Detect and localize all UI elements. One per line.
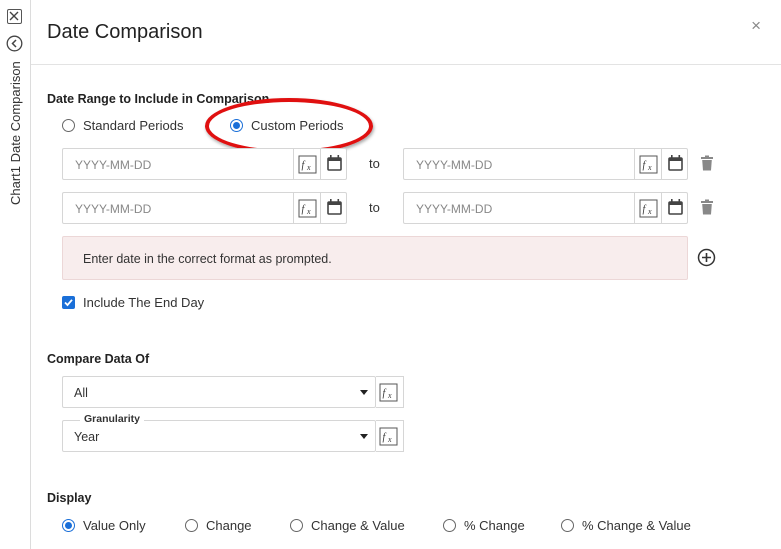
calendar-icon[interactable] [661,149,688,179]
radio-button[interactable] [561,519,574,532]
svg-text:f: f [383,432,387,443]
dialog-title: Date Comparison [47,21,203,43]
trash-icon[interactable] [700,199,714,215]
date-to-input-2[interactable]: YYYY-MM-DD fx [403,192,688,224]
fx-icon[interactable]: fx [293,193,320,223]
placeholder: YYYY-MM-DD [75,202,152,216]
checkbox-label: Include The End Day [83,295,205,310]
side-strip: Chart1 Date Comparison [0,0,31,549]
compare-data-select[interactable]: All [62,376,376,408]
svg-text:x: x [647,163,652,172]
date-to-input-1[interactable]: YYYY-MM-DD fx [403,148,688,180]
svg-text:x: x [387,435,392,444]
radio-button[interactable] [290,519,303,532]
radio-standard-periods[interactable]: Standard Periods [62,118,183,133]
radio-button[interactable] [230,119,243,132]
calendar-icon[interactable] [661,193,688,223]
error-message-box: Enter date in the correct format as prom… [62,236,688,280]
radio-button[interactable] [62,119,75,132]
select-value: Year [74,430,100,444]
display-label: Display [47,491,92,505]
date-from-input-1[interactable]: YYYY-MM-DD fx [62,148,347,180]
placeholder: YYYY-MM-DD [416,202,493,216]
fx-icon[interactable]: fx [293,149,320,179]
svg-text:x: x [306,207,311,216]
svg-text:x: x [647,207,652,216]
vertical-panel-title: Chart1 Date Comparison [8,61,23,205]
svg-text:f: f [383,388,387,399]
calendar-icon[interactable] [320,193,347,223]
date-from-input-2[interactable]: YYYY-MM-DD fx [62,192,347,224]
compare-data-label: Compare Data Of [47,352,150,366]
to-label: to [369,200,380,215]
svg-text:f: f [643,204,647,215]
radio-change[interactable]: Change [185,518,252,533]
granularity-label: Granularity [80,413,145,425]
radio-value-only[interactable]: Value Only [62,518,146,533]
radio-label: % Change [464,518,525,533]
chevron-down-icon [360,390,368,395]
radio-label: Standard Periods [83,118,184,133]
svg-text:f: f [643,160,647,171]
fx-icon[interactable]: fx [376,376,404,408]
svg-text:f: f [302,204,306,215]
include-end-day-checkbox[interactable]: Include The End Day [62,295,204,310]
fx-icon[interactable]: fx [376,420,404,452]
fx-icon[interactable]: fx [634,193,661,223]
radio-button[interactable] [62,519,75,532]
close-icon[interactable]: × [751,16,761,36]
error-message: Enter date in the correct format as prom… [83,252,332,266]
radio-label: Custom Periods [251,118,344,133]
to-label: to [369,156,380,171]
select-value: All [74,386,88,400]
svg-text:f: f [302,160,306,171]
placeholder: YYYY-MM-DD [75,158,152,172]
dialog-header: Date Comparison × [31,0,781,65]
fx-icon[interactable]: fx [634,149,661,179]
checkbox[interactable] [62,296,75,309]
radio-custom-periods[interactable]: Custom Periods [230,118,343,133]
radio-change-and-value[interactable]: Change & Value [290,518,405,533]
svg-text:x: x [387,391,392,400]
trash-icon[interactable] [700,155,714,171]
svg-text:x: x [306,163,311,172]
radio-label: Change [206,518,252,533]
close-box-icon[interactable] [7,9,22,24]
radio-button[interactable] [443,519,456,532]
radio-label: % Change & Value [582,518,691,533]
radio-label: Change & Value [311,518,405,533]
radio-percent-change-and-value[interactable]: % Change & Value [561,518,691,533]
back-circle-icon[interactable] [6,35,23,52]
radio-percent-change[interactable]: % Change [443,518,525,533]
calendar-icon[interactable] [320,149,347,179]
chevron-down-icon [360,434,368,439]
placeholder: YYYY-MM-DD [416,158,493,172]
date-range-label: Date Range to Include in Comparison [47,92,270,106]
add-circle-icon[interactable] [697,248,716,267]
radio-button[interactable] [185,519,198,532]
radio-label: Value Only [83,518,146,533]
